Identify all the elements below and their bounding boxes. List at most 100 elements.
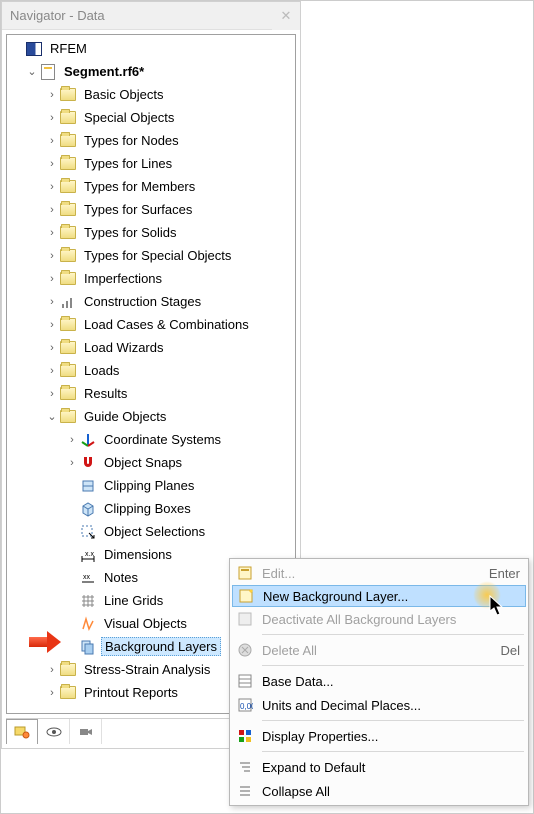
twisty-icon[interactable]: › [45,664,59,676]
twisty-icon[interactable]: › [65,434,79,446]
tree-item-label: Line Grids [101,592,166,609]
menu-item-shortcut: Enter [489,566,520,581]
folder-icon [59,662,77,678]
twisty-icon[interactable]: › [45,227,59,239]
tree-item[interactable]: ›Special Objects [7,106,295,129]
twisty-icon[interactable]: › [45,89,59,101]
tree-item-label: Types for Solids [81,224,180,241]
tree-item-label: Types for Nodes [81,132,182,149]
titlebar: Navigator - Data ✕ [2,2,300,30]
expand-icon [234,757,256,777]
tree-item[interactable]: › Basic Objects [7,83,295,106]
menu-separator [262,665,524,666]
collapse-icon [234,781,256,801]
tree-item-guide-objects[interactable]: ⌄ Guide Objects [7,405,295,428]
tree-item[interactable]: › Imperfections [7,267,295,290]
tree-item[interactable]: › Loads [7,359,295,382]
tree-item-label: Construction Stages [81,293,204,310]
svg-text:x.x: x.x [85,551,94,558]
tree-item[interactable]: › Construction Stages [7,290,295,313]
tree-item[interactable]: › Types for Special Objects [7,244,295,267]
folder-icon [59,271,77,287]
twisty-icon[interactable]: › [45,250,59,262]
folder-icon [59,179,77,195]
tree-item[interactable]: › Results [7,382,295,405]
svg-text:0,00: 0,00 [240,702,253,711]
twisty-icon[interactable]: › [45,342,59,354]
tab-views-icon[interactable] [38,719,70,744]
twisty-icon[interactable]: › [45,273,59,285]
tree-item[interactable]: ›Load Wizards [7,336,295,359]
tree-item[interactable]: ›Types for Lines [7,152,295,175]
tree-item-label: Results [81,385,130,402]
menu-separator [262,720,524,721]
display-icon [234,726,256,746]
tree-item-label: Types for Special Objects [81,247,234,264]
tree-item[interactable]: Clipping Boxes [7,497,295,520]
twisty-icon[interactable]: › [45,296,59,308]
tree-item-label: Object Selections [101,523,208,540]
menu-item-label: Display Properties... [262,729,520,744]
menu-item-label: Expand to Default [262,760,520,775]
tree-item-label: Loads [81,362,122,379]
folder-icon [59,202,77,218]
menu-item[interactable]: 0,00Units and Decimal Places... [232,693,526,717]
tab-data-icon[interactable] [6,719,38,744]
window-title: Navigator - Data [10,8,105,23]
twisty-icon[interactable]: › [45,204,59,216]
twisty-icon[interactable]: ⌄ [45,410,59,423]
tree-item-label: Guide Objects [81,408,169,425]
tree-item[interactable]: Clipping Planes [7,474,295,497]
menu-item[interactable]: Base Data... [232,669,526,693]
tree-item-label: Clipping Planes [101,477,197,494]
notes-icon: xx [79,570,97,586]
twisty-icon[interactable]: › [45,135,59,147]
menu-item: Deactivate All Background Layers [232,607,526,631]
menu-item[interactable]: Display Properties... [232,724,526,748]
folder-icon [59,409,77,425]
menu-item-label: Deactivate All Background Layers [262,612,520,627]
tree-item-label: Basic Objects [81,86,166,103]
folder-icon [59,386,77,402]
menu-separator [262,751,524,752]
twisty-icon[interactable]: › [45,687,59,699]
menu-item[interactable]: Collapse All [232,779,526,803]
twisty-icon[interactable]: › [45,319,59,331]
tree-root[interactable]: RFEM [7,37,295,60]
tree-item[interactable]: › Types for Nodes [7,129,295,152]
tree-item[interactable]: › Types for Solids [7,221,295,244]
folder-icon [59,363,77,379]
menu-item: Delete AllDel [232,638,526,662]
tree-item[interactable]: Object Selections [7,520,295,543]
folder-icon [59,340,77,356]
folder-icon [59,248,77,264]
twisty-icon[interactable]: › [45,388,59,400]
tab-camera-icon[interactable] [70,719,102,744]
new-icon [235,586,257,606]
twisty-icon[interactable]: ⌄ [25,65,39,78]
twisty-icon[interactable]: › [45,365,59,377]
tree-file[interactable]: ⌄Segment.rf6* [7,60,295,83]
tree-item[interactable]: ›Object Snaps [7,451,295,474]
close-icon[interactable]: ✕ [272,2,300,30]
tree-item[interactable]: › Coordinate Systems [7,428,295,451]
cursor-icon [489,595,507,620]
dim-icon: x.x [79,547,97,563]
app-label: RFEM [47,40,90,57]
tree-item-label: Imperfections [81,270,165,287]
visual-icon [79,616,97,632]
folder-icon [59,110,77,126]
twisty-icon[interactable]: › [65,457,79,469]
tree-item[interactable]: ›Types for Members [7,175,295,198]
tree-item[interactable]: ›Load Cases & Combinations [7,313,295,336]
menu-item[interactable]: Expand to Default [232,755,526,779]
twisty-icon[interactable]: › [45,158,59,170]
tree-item[interactable]: ›Types for Surfaces [7,198,295,221]
magnet-icon [79,455,97,471]
units-icon: 0,00 [234,695,256,715]
folder-icon [59,133,77,149]
tree-item-label: Coordinate Systems [101,431,224,448]
twisty-icon[interactable]: › [45,112,59,124]
folder-icon [59,156,77,172]
twisty-icon[interactable]: › [45,181,59,193]
